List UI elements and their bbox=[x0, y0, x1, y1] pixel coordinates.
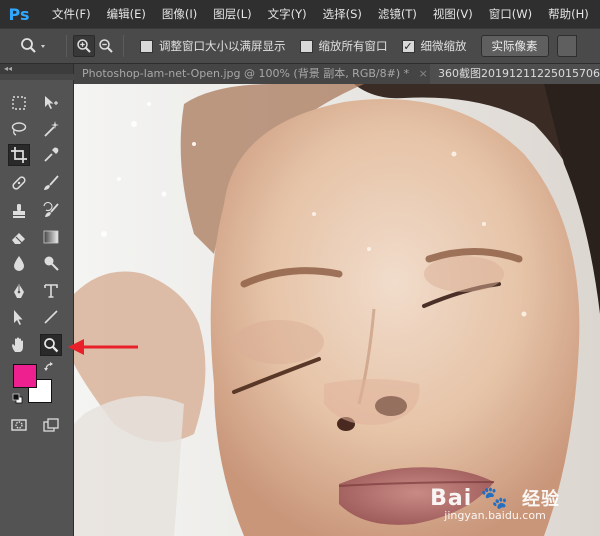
crop-icon bbox=[11, 147, 27, 163]
brush-icon bbox=[44, 175, 59, 190]
clone-stamp-tool[interactable] bbox=[8, 200, 30, 222]
eyedropper-icon bbox=[44, 147, 59, 162]
eraser-icon bbox=[12, 233, 25, 244]
type-icon bbox=[44, 284, 58, 298]
menu-layer[interactable]: 图层(L) bbox=[205, 6, 259, 22]
photo-image bbox=[74, 84, 600, 536]
baidu-watermark: Bai 🐾 经验 jingyan.baidu.com bbox=[430, 485, 560, 522]
tab-screenshot[interactable]: 360截图20191211225015706 bbox=[430, 64, 600, 84]
magic-wand-tool[interactable] bbox=[40, 118, 62, 140]
menu-image[interactable]: 图像(I) bbox=[154, 6, 205, 22]
fit-screen-button[interactable] bbox=[556, 35, 577, 57]
chevron-down-icon bbox=[41, 45, 45, 48]
divider bbox=[123, 35, 124, 57]
watermark-url: jingyan.baidu.com bbox=[444, 509, 546, 522]
watermark-brand2: 经验 bbox=[522, 489, 560, 510]
menu-select[interactable]: 选择(S) bbox=[315, 6, 370, 22]
menu-bar: Ps 文件(F) 编辑(E) 图像(I) 图层(L) 文字(Y) 选择(S) 滤… bbox=[0, 0, 600, 28]
zoom-in-button[interactable] bbox=[73, 35, 95, 57]
path-selection-tool[interactable] bbox=[8, 306, 30, 328]
zoom-out-icon bbox=[99, 39, 113, 53]
lasso-icon bbox=[11, 122, 27, 136]
history-brush-icon bbox=[43, 202, 59, 217]
droplet-icon bbox=[14, 256, 24, 271]
hand-icon bbox=[12, 337, 23, 352]
healing-brush-tool[interactable] bbox=[8, 172, 30, 194]
menu-file[interactable]: 文件(F) bbox=[44, 6, 99, 22]
marquee-icon bbox=[12, 96, 26, 110]
scrubby-zoom-checkbox[interactable]: ✓ 细微缩放 bbox=[401, 38, 467, 54]
menu-filter[interactable]: 滤镜(T) bbox=[370, 6, 425, 22]
options-bar: 调整窗口大小以满屏显示 缩放所有窗口 ✓ 细微缩放 实际像素 bbox=[0, 28, 600, 64]
marquee-tool[interactable] bbox=[8, 92, 30, 114]
magic-wand-icon bbox=[44, 121, 59, 137]
eraser-tool[interactable] bbox=[8, 226, 30, 248]
gradient-icon bbox=[43, 230, 59, 244]
hand-tool[interactable] bbox=[8, 334, 30, 356]
tab-photoshop-lam-net-open[interactable]: Photoshop-lam-net-Open.jpg @ 100% (背景 副本… bbox=[74, 64, 430, 84]
checkbox-checked[interactable]: ✓ bbox=[401, 39, 415, 53]
menu-type[interactable]: 文字(Y) bbox=[260, 6, 315, 22]
stamp-icon bbox=[13, 204, 25, 218]
type-tool[interactable] bbox=[40, 280, 62, 302]
screen-mode-icon bbox=[43, 418, 59, 432]
bandage-icon bbox=[12, 176, 26, 190]
annotation-arrow-icon bbox=[68, 339, 138, 355]
panel-collapse-grip[interactable]: ◂◂ bbox=[0, 64, 73, 74]
photoshop-logo: Ps bbox=[8, 4, 30, 24]
divider bbox=[66, 35, 67, 57]
path-selection-icon bbox=[14, 310, 23, 325]
pen-icon bbox=[14, 284, 24, 298]
crop-tool[interactable] bbox=[8, 144, 30, 166]
dodge-tool[interactable] bbox=[40, 252, 62, 274]
paw-icon: 🐾 bbox=[480, 486, 510, 511]
zoom-icon bbox=[44, 338, 59, 353]
resize-window-label: 调整窗口大小以满屏显示 bbox=[159, 39, 286, 53]
menu-view[interactable]: 视图(V) bbox=[425, 6, 481, 22]
default-colors-icon[interactable] bbox=[12, 393, 24, 405]
document-canvas[interactable]: Bai 🐾 经验 jingyan.baidu.com bbox=[74, 84, 600, 536]
swap-colors-icon[interactable] bbox=[44, 361, 56, 373]
zoom-tool[interactable] bbox=[40, 334, 62, 356]
zoom-tool-icon bbox=[21, 38, 45, 53]
tab-label: 360截图20191211225015706 bbox=[438, 67, 600, 80]
zoom-out-button[interactable] bbox=[95, 35, 117, 57]
menu-window[interactable]: 窗口(W) bbox=[481, 6, 540, 22]
menu-edit[interactable]: 编辑(E) bbox=[99, 6, 154, 22]
tab-label: Photoshop-lam-net-Open.jpg @ 100% (背景 副本… bbox=[82, 67, 410, 80]
quick-mask-tool[interactable] bbox=[8, 414, 30, 436]
zoom-in-icon bbox=[77, 39, 91, 53]
document-tabs: Photoshop-lam-net-Open.jpg @ 100% (背景 副本… bbox=[74, 64, 600, 84]
history-brush-tool[interactable] bbox=[40, 200, 62, 222]
scrubby-zoom-label: 细微缩放 bbox=[420, 39, 467, 53]
foreground-color-swatch[interactable] bbox=[13, 364, 37, 388]
pen-tool[interactable] bbox=[8, 280, 30, 302]
screen-mode-tool[interactable] bbox=[40, 414, 62, 436]
zoom-all-windows-checkbox[interactable]: 缩放所有窗口 bbox=[299, 38, 388, 54]
zoom-all-windows-label: 缩放所有窗口 bbox=[318, 39, 388, 53]
menu-help[interactable]: 帮助(H) bbox=[540, 6, 597, 22]
actual-pixels-button[interactable]: 实际像素 bbox=[480, 35, 549, 57]
dodge-icon bbox=[44, 256, 59, 271]
panel-header bbox=[0, 74, 74, 80]
gradient-tool[interactable] bbox=[40, 226, 62, 248]
checkbox-box[interactable] bbox=[140, 39, 153, 53]
eyedropper-tool[interactable] bbox=[40, 144, 62, 166]
close-icon[interactable]: × bbox=[419, 67, 428, 80]
line-icon bbox=[44, 310, 58, 324]
tool-preset-picker[interactable] bbox=[20, 37, 60, 55]
quick-mask-icon bbox=[11, 419, 27, 431]
watermark-brand: Bai bbox=[430, 486, 473, 511]
line-tool[interactable] bbox=[40, 306, 62, 328]
brush-tool[interactable] bbox=[40, 172, 62, 194]
blur-tool[interactable] bbox=[8, 252, 30, 274]
resize-window-checkbox[interactable]: 调整窗口大小以满屏显示 bbox=[140, 38, 286, 54]
checkbox-box[interactable] bbox=[299, 39, 313, 53]
move-tool[interactable] bbox=[40, 92, 62, 114]
move-icon bbox=[45, 96, 58, 109]
lasso-tool[interactable] bbox=[8, 118, 30, 140]
